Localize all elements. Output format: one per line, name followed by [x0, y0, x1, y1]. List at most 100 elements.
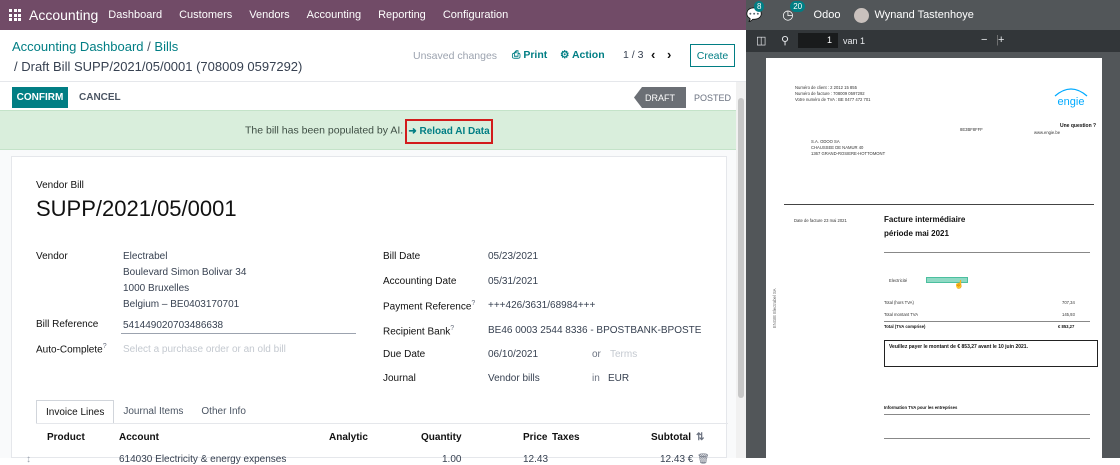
status-bar: CONFIRM CANCEL DRAFT POSTED: [0, 82, 746, 110]
pdf-question: Une question ?: [1060, 123, 1097, 129]
bill-reference-input[interactable]: 541449020703486638: [123, 320, 223, 331]
help-icon[interactable]: ?: [103, 343, 107, 350]
bill-date-input[interactable]: 05/23/2021: [488, 251, 538, 262]
pdf-total-tva: 145,93: [1062, 312, 1075, 317]
accounting-date-input[interactable]: 05/31/2021: [488, 276, 538, 287]
activities-badge: 20: [790, 1, 806, 12]
line-subtotal: 12.43 €: [660, 454, 694, 465]
journal-label: Journal: [383, 373, 416, 384]
help-icon[interactable]: ?: [471, 300, 475, 307]
pdf-rule: [884, 252, 1090, 253]
ai-alert-message: The bill has been populated by AI. ?: [245, 124, 410, 137]
col-quantity[interactable]: Quantity: [421, 432, 462, 443]
sidebar-toggle-icon[interactable]: ◫: [756, 34, 766, 47]
pdf-total-ttc-label: Total (TVA comprise): [884, 324, 926, 329]
pdf-vat-info-title: Information TVA pour les entreprises: [884, 405, 958, 410]
company-switcher[interactable]: Odoo: [814, 9, 841, 21]
recipient-bank-input[interactable]: BE46 0003 2544 8336 - BPOSTBANK-BPOSTE: [488, 325, 701, 336]
printer-icon: ⎙: [512, 49, 524, 61]
control-panel: Accounting Dashboard / Bills / Draft Bil…: [0, 30, 746, 82]
pdf-rule: [884, 438, 1090, 439]
app-name[interactable]: Accounting: [29, 7, 98, 23]
move-type-label: Vendor Bill: [36, 180, 84, 191]
tab-journal-items[interactable]: Journal Items: [114, 400, 193, 424]
menu-dashboard[interactable]: Dashboard: [108, 9, 162, 21]
payment-reference-label: Payment Reference?: [383, 300, 475, 312]
bill-reference-underline: [121, 333, 356, 334]
zoom-out-icon[interactable]: −: [981, 34, 987, 46]
reload-label: Reload AI Data: [419, 126, 490, 137]
messages-icon[interactable]: 💬 8: [746, 1, 765, 23]
vendor-label: Vendor: [36, 251, 68, 262]
payment-reference-input[interactable]: +++426/3631/68984+++: [488, 300, 595, 311]
help-icon[interactable]: ?: [450, 325, 454, 332]
arrow-right-icon: ➜: [408, 126, 420, 137]
pdf-payment-box: Veuillez payer le montant de € 853,27 av…: [884, 340, 1098, 367]
create-button[interactable]: Create: [690, 44, 735, 67]
form-scrollbar[interactable]: [736, 82, 746, 458]
top-navbar: Accounting Dashboard Customers Vendors A…: [0, 0, 1120, 30]
col-taxes[interactable]: Taxes: [552, 432, 580, 443]
action-button[interactable]: ⚙ Action: [560, 49, 605, 61]
col-account[interactable]: Account: [119, 432, 159, 443]
pager-value[interactable]: 1 / 3: [623, 49, 643, 61]
pdf-barcode-number: 8E3BF8FFF: [960, 127, 983, 132]
due-date-input[interactable]: 06/10/2021: [488, 349, 538, 360]
scroll-thumb[interactable]: [738, 98, 744, 398]
user-menu[interactable]: Wynand Tastenhoye: [874, 9, 973, 21]
ai-alert-text: The bill has been populated by AI.: [245, 124, 404, 137]
reload-ai-data-button[interactable]: ➜ Reload AI Data: [405, 119, 493, 144]
stage-posted[interactable]: POSTED: [694, 93, 731, 103]
menu-customers[interactable]: Customers: [179, 9, 232, 21]
drag-handle-icon[interactable]: ↕: [26, 454, 31, 465]
page-number-input[interactable]: 1: [798, 33, 838, 48]
bill-reference-label: Bill Reference: [36, 319, 99, 330]
action-label: Action: [571, 49, 605, 61]
pdf-rule: [884, 414, 1090, 415]
line-quantity[interactable]: 1.00: [442, 454, 461, 465]
breadcrumb-separator: /: [147, 39, 151, 54]
trash-icon[interactable]: 🗑: [697, 454, 710, 465]
pdf-toolbar: ◫ ⚲ 1 van 1 − | +: [746, 30, 1120, 52]
apps-menu-icon[interactable]: [9, 9, 21, 21]
line-price[interactable]: 12.43: [523, 454, 548, 465]
payment-terms-input[interactable]: Terms: [610, 349, 637, 360]
pdf-title-line1: Facture intermédiaire: [884, 215, 966, 224]
search-icon[interactable]: ⚲: [781, 34, 789, 47]
bill-number: SUPP/2021/05/0001: [36, 196, 237, 221]
print-button[interactable]: ⎙ Print: [512, 49, 547, 62]
autocomplete-input[interactable]: Select a purchase order or an old bill: [123, 344, 286, 355]
menu-accounting[interactable]: Accounting: [307, 9, 361, 21]
col-product[interactable]: Product: [47, 432, 85, 443]
menu-reporting[interactable]: Reporting: [378, 9, 426, 21]
line-account[interactable]: 614030 Electricity & energy expenses: [119, 454, 286, 465]
record-title: / Draft Bill SUPP/2021/05/0001 (708009 0…: [14, 59, 303, 74]
menu-vendors[interactable]: Vendors: [249, 9, 289, 21]
tab-other-info[interactable]: Other Info: [192, 400, 255, 424]
col-price[interactable]: Price: [523, 432, 547, 443]
currency-input[interactable]: EUR: [608, 373, 629, 384]
menu-configuration[interactable]: Configuration: [443, 9, 508, 21]
svg-text:engie: engie: [1058, 96, 1085, 108]
vendor-address-line2: 1000 Bruxelles: [123, 283, 190, 294]
breadcrumb-bills[interactable]: Bills: [154, 39, 178, 54]
tab-divider: [36, 423, 728, 424]
stage-draft[interactable]: DRAFT: [634, 87, 686, 108]
user-avatar[interactable]: [854, 7, 870, 23]
tab-invoice-lines[interactable]: Invoice Lines: [36, 400, 115, 424]
chevron-left-icon[interactable]: ‹: [651, 47, 655, 62]
vendor-field[interactable]: Electrabel: [123, 251, 167, 262]
recipient-bank-label-text: Recipient Bank: [383, 326, 451, 338]
zoom-in-icon[interactable]: +: [998, 34, 1004, 46]
cancel-button[interactable]: CANCEL: [79, 92, 121, 103]
chevron-right-icon[interactable]: ›: [667, 47, 671, 62]
column-settings-icon[interactable]: ⇅: [696, 432, 704, 443]
journal-input[interactable]: Vendor bills: [488, 373, 540, 384]
col-subtotal[interactable]: Subtotal: [651, 432, 691, 443]
pdf-divider: [784, 204, 1094, 205]
pdf-invoice-date: Date de facture 23 mai 2021: [794, 218, 847, 223]
col-analytic[interactable]: Analytic: [329, 432, 368, 443]
confirm-button[interactable]: CONFIRM: [12, 87, 68, 108]
activities-clock-icon[interactable]: ◷ 20: [782, 1, 806, 23]
breadcrumb-dashboard[interactable]: Accounting Dashboard: [12, 39, 144, 54]
